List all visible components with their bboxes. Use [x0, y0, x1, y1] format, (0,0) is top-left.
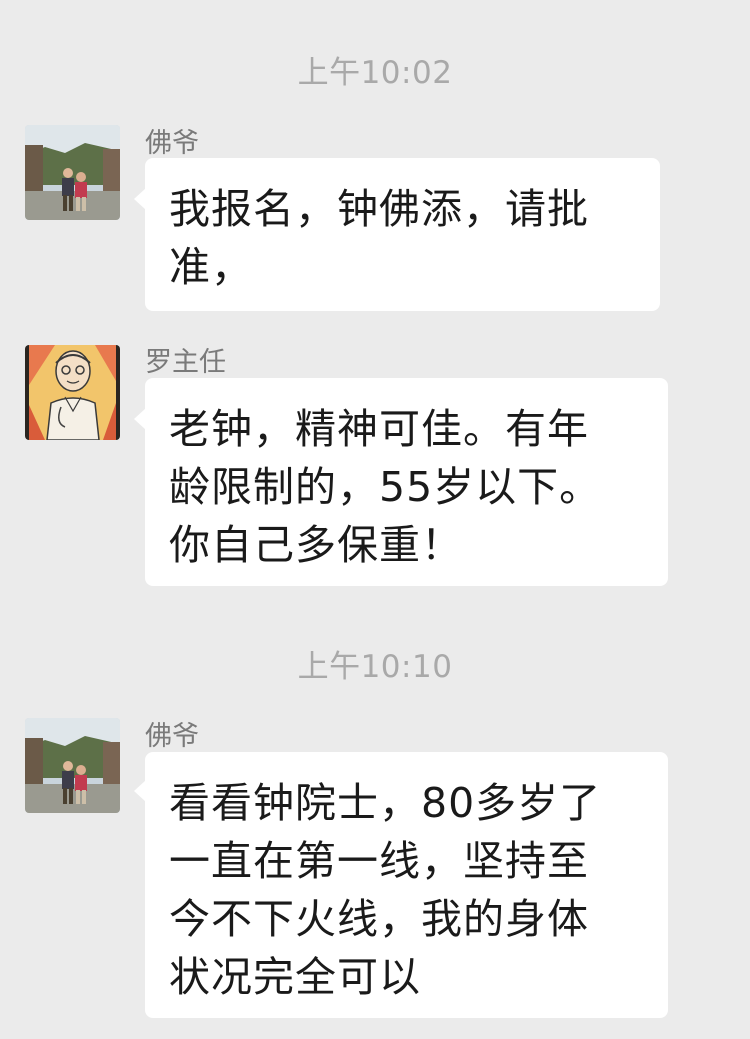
sender-name: 佛爷: [145, 128, 199, 159]
timestamp: 上午10:10: [297, 649, 453, 685]
message-bubble[interactable]: 看看钟院士，80多岁了 一直在第一线，坚持至 今不下火线，我的身体 状况完全可以: [145, 752, 668, 1018]
avatar[interactable]: [25, 718, 120, 813]
avatar[interactable]: [25, 125, 120, 220]
person-photo-avatar-icon: [25, 718, 120, 813]
sender-name: 佛爷: [145, 721, 199, 752]
message-bubble[interactable]: 我报名，钟佛添，请批 准，: [145, 158, 660, 311]
avatar[interactable]: [25, 345, 120, 440]
timestamp: 上午10:02: [297, 55, 453, 91]
sender-name: 罗主任: [145, 347, 226, 378]
cartoon-doctor-avatar-icon: [25, 345, 120, 440]
message-bubble[interactable]: 老钟，精神可佳。有年 龄限制的，55岁以下。 你自己多保重！: [145, 378, 668, 586]
person-photo-avatar-icon: [25, 125, 120, 220]
